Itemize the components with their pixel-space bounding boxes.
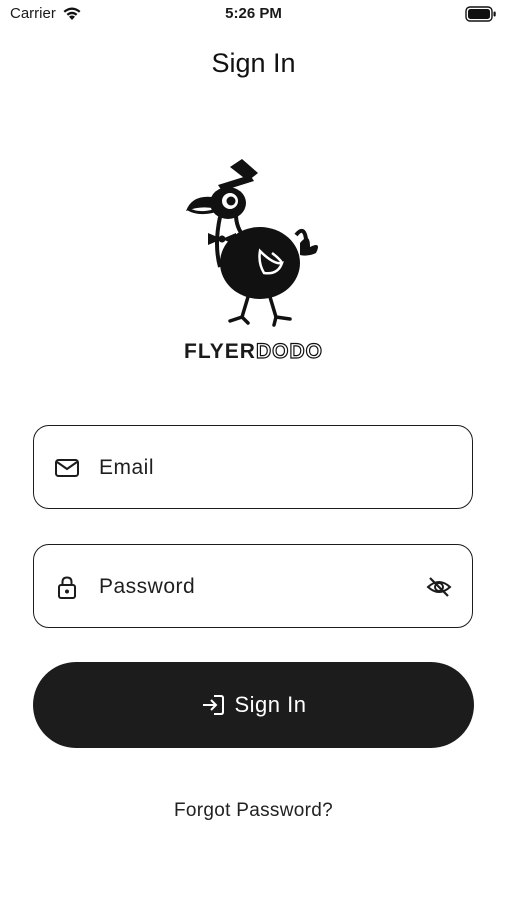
password-field[interactable]: Password [33, 544, 473, 628]
logo-text-dodo: DODO [255, 339, 323, 363]
password-placeholder: Password [99, 575, 196, 598]
status-bar: Carrier 5:26 PM [0, 0, 507, 30]
logo-wordmark: FLYERDODO [0, 339, 507, 364]
email-field[interactable]: Email [33, 425, 473, 509]
lock-icon [58, 576, 76, 599]
dodo-mascot-logo [186, 159, 318, 327]
page-title: Sign In [211, 48, 296, 78]
battery-icon [465, 6, 496, 22]
login-icon [202, 695, 224, 715]
forgot-password-link[interactable]: Forgot Password? [0, 800, 507, 822]
sign-in-button-label: Sign In [234, 692, 307, 717]
sign-in-button[interactable]: Sign In [33, 662, 474, 748]
logo-text-flyer: FLYER [184, 340, 256, 363]
status-right [465, 6, 497, 27]
eye-off-icon[interactable] [426, 575, 452, 599]
email-placeholder: Email [99, 456, 155, 479]
status-time: 5:26 PM [225, 5, 282, 22]
mail-icon [55, 459, 79, 477]
